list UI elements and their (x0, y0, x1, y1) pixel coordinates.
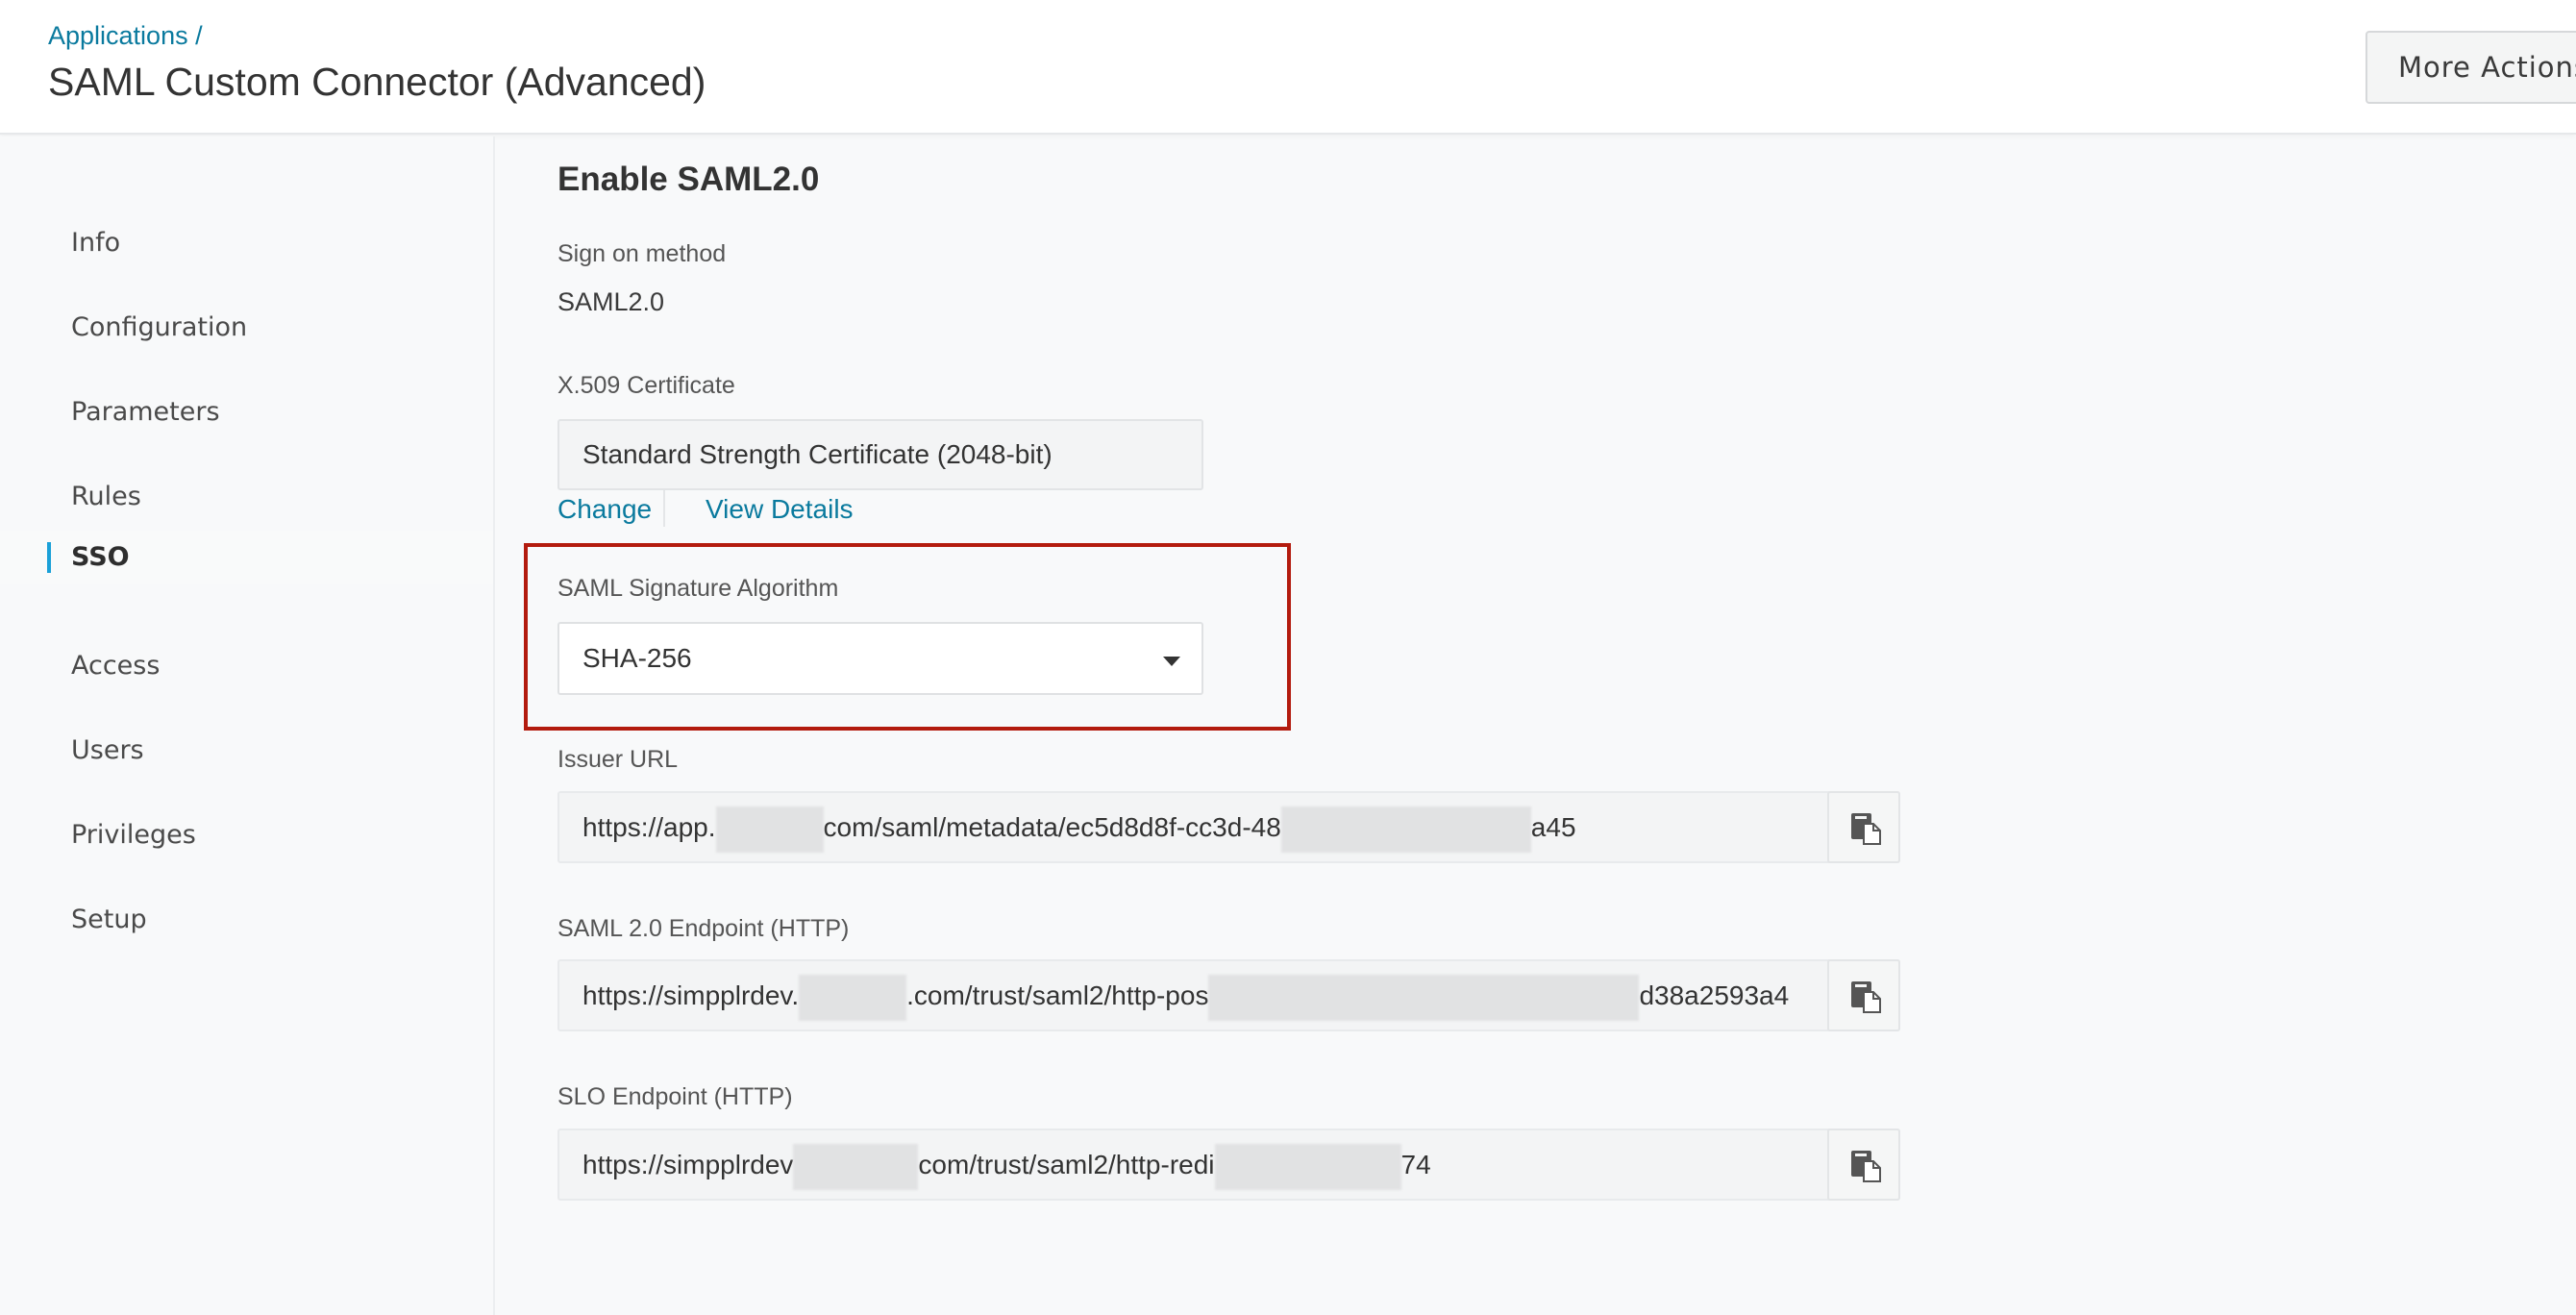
url-part: https://app. (582, 812, 716, 842)
copy-icon (1851, 981, 1881, 1013)
active-indicator (47, 542, 51, 573)
section-title: Enable SAML2.0 (557, 161, 820, 198)
redacted-region (793, 1143, 919, 1190)
chevron-down-icon (1163, 657, 1180, 666)
sidebar-nav: Info Configuration Parameters Rules SSO … (0, 136, 495, 1315)
slo-endpoint-label: SLO Endpoint (HTTP) (557, 1083, 793, 1110)
copy-saml-endpoint-button[interactable] (1827, 959, 1900, 1031)
certificate-field: Standard Strength Certificate (2048-bit) (557, 419, 1203, 490)
copy-slo-endpoint-button[interactable] (1827, 1129, 1900, 1201)
certificate-label: X.509 Certificate (557, 372, 735, 399)
sidebar-item-label: Users (71, 735, 144, 765)
saml-endpoint-label: SAML 2.0 Endpoint (HTTP) (557, 915, 850, 942)
sidebar-item-parameters[interactable]: Parameters (0, 385, 493, 439)
sign-on-method-value: SAML2.0 (557, 287, 665, 316)
issuer-url-label: Issuer URL (557, 746, 679, 773)
copy-icon (1851, 813, 1881, 845)
redacted-region (1280, 806, 1531, 853)
change-certificate-link[interactable]: Change (557, 494, 652, 525)
saml-endpoint-value: https://simpplrdev. .com/trust/saml2/http… (582, 961, 1832, 1030)
sidebar-item-privileges[interactable]: Privileges (0, 808, 493, 862)
sidebar-item-label: Access (71, 651, 161, 681)
sidebar-item-label: SSO (71, 542, 130, 572)
slo-endpoint-value: https://simpplrdev com/trust/saml2/http-r… (582, 1130, 1832, 1199)
url-part: .com/trust/saml2/http-pos (906, 980, 1209, 1010)
view-details-link[interactable]: View Details (706, 494, 854, 525)
copy-icon (1851, 1151, 1881, 1182)
sidebar-item-configuration[interactable]: Configuration (0, 301, 493, 355)
url-part: d38a2593a4 (1639, 980, 1790, 1010)
signature-algorithm-select[interactable]: SHA-256 (557, 622, 1203, 695)
signature-algorithm-value: SHA-256 (582, 643, 692, 673)
sidebar-item-label: Info (71, 228, 121, 258)
sidebar-item-sso[interactable]: SSO (0, 531, 493, 584)
url-part: com/trust/saml2/http-redi (918, 1150, 1215, 1179)
issuer-url-field[interactable]: https://app. com/saml/metadata/ec5d8d8f-c… (557, 791, 1900, 863)
sidebar-item-label: Rules (71, 482, 141, 511)
copy-issuer-url-button[interactable] (1827, 791, 1900, 863)
sidebar-item-label: Configuration (71, 312, 248, 342)
page-title: SAML Custom Connector (Advanced) (48, 60, 706, 104)
url-part: https://simpplrdev (582, 1150, 794, 1179)
app-header: Applications / SAML Custom Connector (Ad… (0, 0, 2576, 135)
more-actions-button[interactable]: More Actions (2365, 31, 2576, 104)
signature-algorithm-label: SAML Signature Algorithm (557, 575, 839, 602)
sidebar-item-label: Parameters (71, 397, 220, 427)
breadcrumb-applications-link[interactable]: Applications / (48, 21, 203, 50)
saml-endpoint-field[interactable]: https://simpplrdev. .com/trust/saml2/http… (557, 959, 1900, 1031)
issuer-url-value: https://app. com/saml/metadata/ec5d8d8f-c… (582, 793, 1832, 861)
sidebar-item-label: Setup (71, 905, 147, 934)
redacted-region (1208, 974, 1640, 1021)
sso-panel: Enable SAML2.0 Sign on method SAML2.0 X.… (497, 136, 2576, 1315)
url-part: com/saml/metadata/ec5d8d8f-cc3d-48 (823, 812, 1281, 842)
sidebar-item-info[interactable]: Info (0, 216, 493, 270)
redacted-region (715, 806, 824, 853)
link-divider (663, 490, 665, 527)
slo-endpoint-field[interactable]: https://simpplrdev com/trust/saml2/http-r… (557, 1129, 1900, 1201)
redacted-region (1214, 1143, 1401, 1190)
sidebar-item-label: Privileges (71, 820, 196, 850)
sign-on-method-label: Sign on method (557, 240, 727, 267)
url-part: https://simpplrdev. (582, 980, 800, 1010)
sidebar-item-access[interactable]: Access (0, 639, 493, 693)
url-part: 74 (1400, 1150, 1431, 1179)
sidebar-item-rules[interactable]: Rules (0, 470, 493, 524)
breadcrumb: Applications / (48, 21, 203, 51)
sidebar-item-users[interactable]: Users (0, 724, 493, 778)
redacted-region (799, 974, 907, 1021)
sidebar-item-setup[interactable]: Setup (0, 893, 493, 947)
url-part: a45 (1530, 812, 1576, 842)
